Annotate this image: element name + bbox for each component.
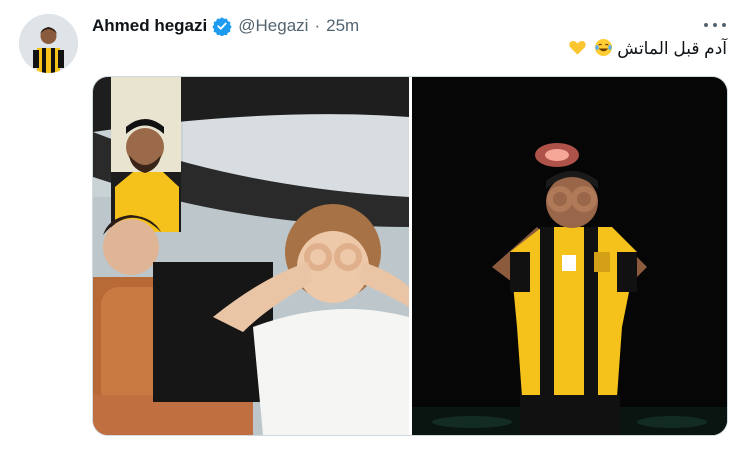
separator-dot: · — [314, 16, 321, 35]
author-avatar[interactable] — [19, 14, 78, 73]
tweet-media[interactable] — [92, 76, 728, 436]
tweet-text-content: آدم قبل الماتش — [617, 39, 727, 58]
verified-badge-icon — [212, 16, 232, 37]
face-with-tears-of-joy-icon — [594, 38, 613, 57]
tweet[interactable]: Ahmed hegazi @Hegazi · 25m آدم قبل المات… — [0, 0, 747, 449]
tweet-header: Ahmed hegazi @Hegazi · 25m — [92, 14, 359, 38]
author-handle[interactable]: @Hegazi — [238, 16, 308, 36]
yellow-heart-icon — [568, 38, 587, 57]
tweet-text: آدم قبل الماتش — [566, 38, 727, 59]
author-name[interactable]: Ahmed hegazi — [92, 16, 207, 36]
photo-kids-car[interactable] — [93, 77, 409, 435]
more-options-icon[interactable] — [704, 16, 726, 34]
tweet-timestamp[interactable]: 25m — [326, 16, 359, 36]
photo-player-celebration[interactable] — [412, 77, 727, 435]
